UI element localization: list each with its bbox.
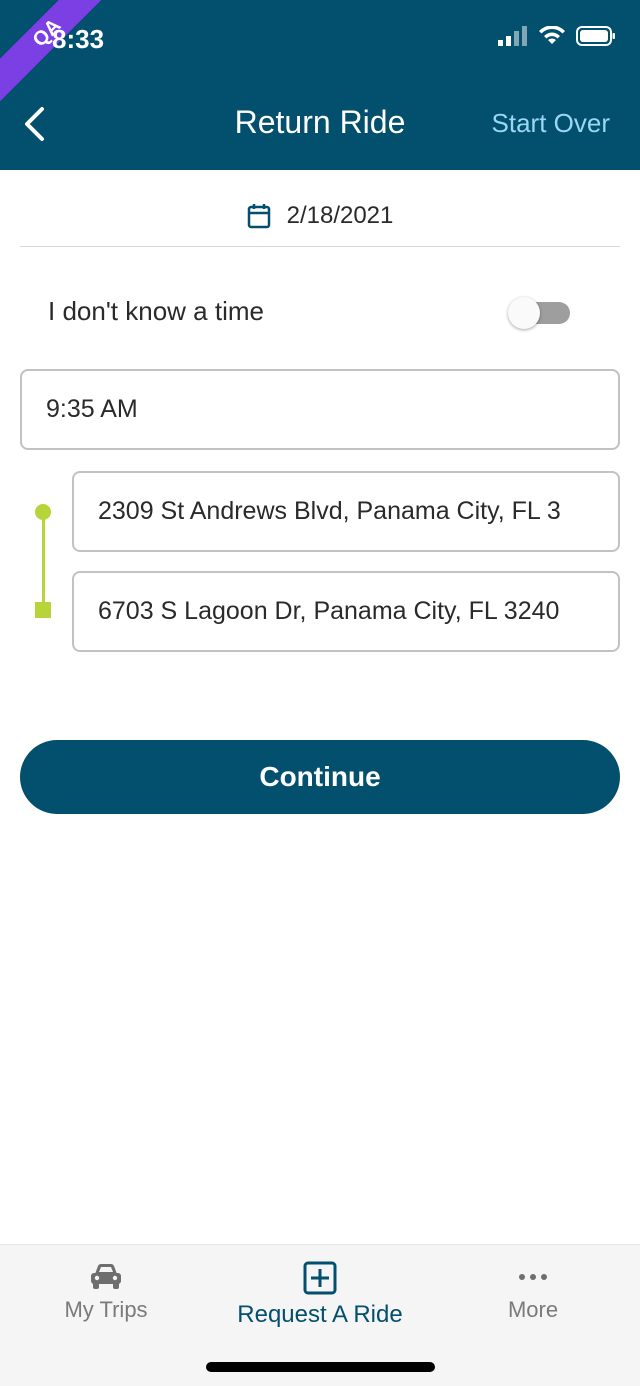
status-time: 8:33 bbox=[52, 24, 105, 54]
start-over-button[interactable]: Start Over bbox=[492, 108, 610, 139]
toggle-knob bbox=[508, 297, 540, 329]
wifi-icon bbox=[539, 26, 565, 44]
time-field[interactable]: 9:35 AM bbox=[20, 369, 620, 450]
continue-button[interactable]: Continue bbox=[20, 740, 620, 814]
status-icons bbox=[498, 26, 616, 46]
pickup-address-field[interactable]: 2309 St Andrews Blvd, Panama City, FL 3 bbox=[72, 471, 620, 552]
date-value: 2/18/2021 bbox=[286, 202, 394, 229]
tab-request-a-ride[interactable]: Request A Ride bbox=[210, 1261, 430, 1329]
signal-icon bbox=[498, 26, 527, 46]
tab-my-trips[interactable]: My Trips bbox=[46, 1261, 166, 1323]
tab-label: More bbox=[507, 1297, 559, 1322]
unknown-time-toggle[interactable] bbox=[508, 297, 570, 329]
tab-label: My Trips bbox=[64, 1297, 148, 1322]
calendar-icon bbox=[247, 204, 270, 229]
app-header: QA 8:33 Return Ride Start Over bbox=[0, 0, 640, 170]
battery-icon bbox=[576, 26, 615, 46]
tab-label: Request A Ride bbox=[237, 1301, 403, 1328]
more-dots-icon bbox=[519, 1274, 547, 1280]
route-indicator bbox=[32, 502, 54, 620]
dropoff-square-icon bbox=[35, 602, 51, 618]
tab-more[interactable]: More bbox=[473, 1261, 593, 1323]
unknown-time-label: I don't know a time bbox=[48, 296, 264, 326]
pickup-dot-icon bbox=[35, 504, 51, 520]
dropoff-address-field[interactable]: 6703 S Lagoon Dr, Panama City, FL 3240 bbox=[72, 571, 620, 652]
date-selector[interactable]: 2/18/2021 bbox=[0, 196, 640, 236]
car-icon bbox=[91, 1264, 121, 1289]
plus-square-icon bbox=[303, 1261, 337, 1295]
route-line bbox=[42, 512, 45, 610]
home-indicator bbox=[206, 1362, 435, 1372]
divider bbox=[20, 246, 620, 247]
